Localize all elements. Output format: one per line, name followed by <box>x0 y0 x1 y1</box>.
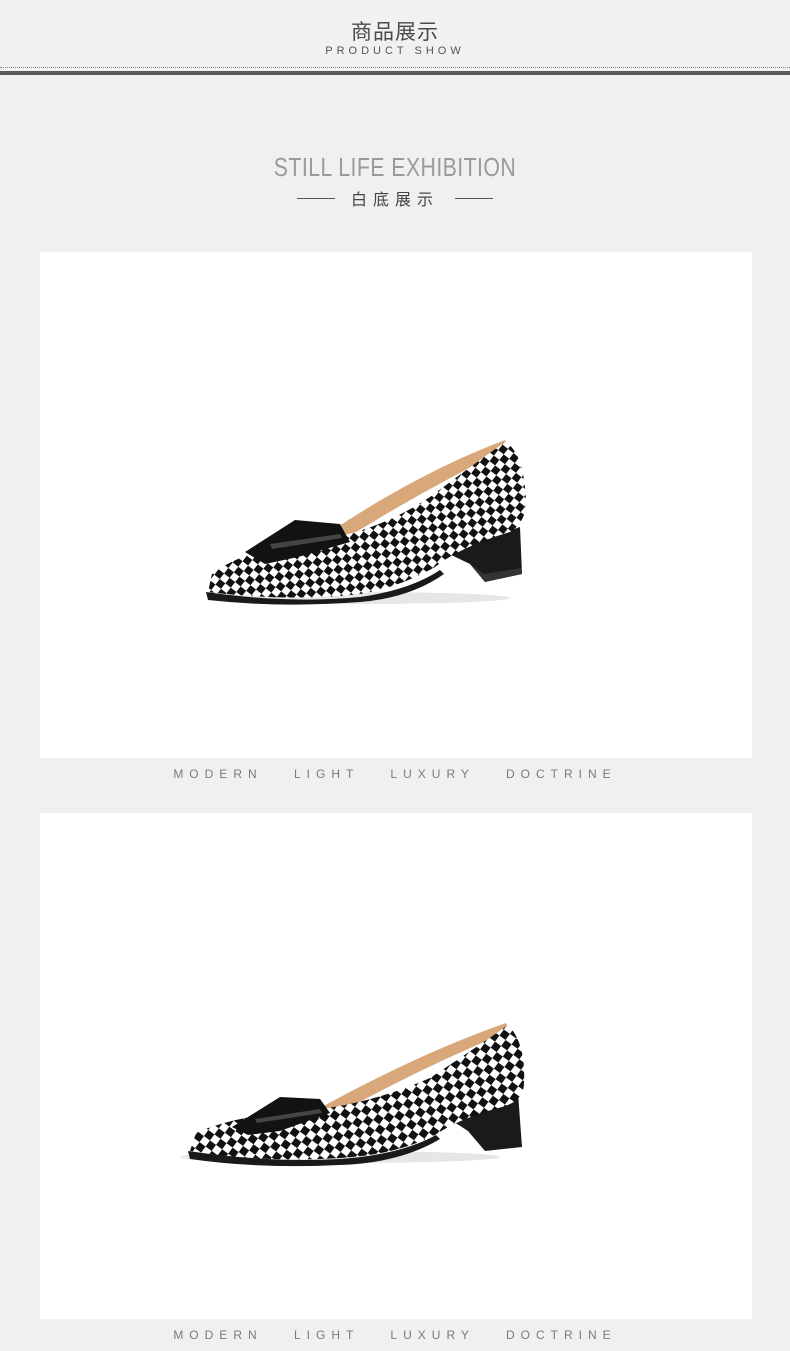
photo-caption-1: MODERN LIGHT LUXURY DOCTRINE <box>173 767 617 781</box>
product-photo-1 <box>40 252 752 758</box>
header-subtitle: PRODUCT SHOW <box>325 45 465 57</box>
product-photo-2 <box>40 813 752 1319</box>
section-subtitle: 白底展示 <box>350 190 439 209</box>
section-title: STILL LIFE EXHIBITION <box>273 152 517 182</box>
photo-caption-2: MODERN LIGHT LUXURY DOCTRINE <box>173 1328 617 1342</box>
header-solid-divider <box>0 71 790 75</box>
shoe-product-image <box>206 440 526 605</box>
page-header: 商品展示 PRODUCT SHOW <box>0 0 790 66</box>
section-subtitle-row: 白底展示 <box>0 186 790 210</box>
shoe-product-image <box>180 1023 525 1167</box>
left-rule <box>296 197 335 199</box>
header-title: 商品展示 <box>351 20 439 44</box>
right-rule <box>455 197 493 199</box>
header-dotted-divider <box>0 67 790 68</box>
